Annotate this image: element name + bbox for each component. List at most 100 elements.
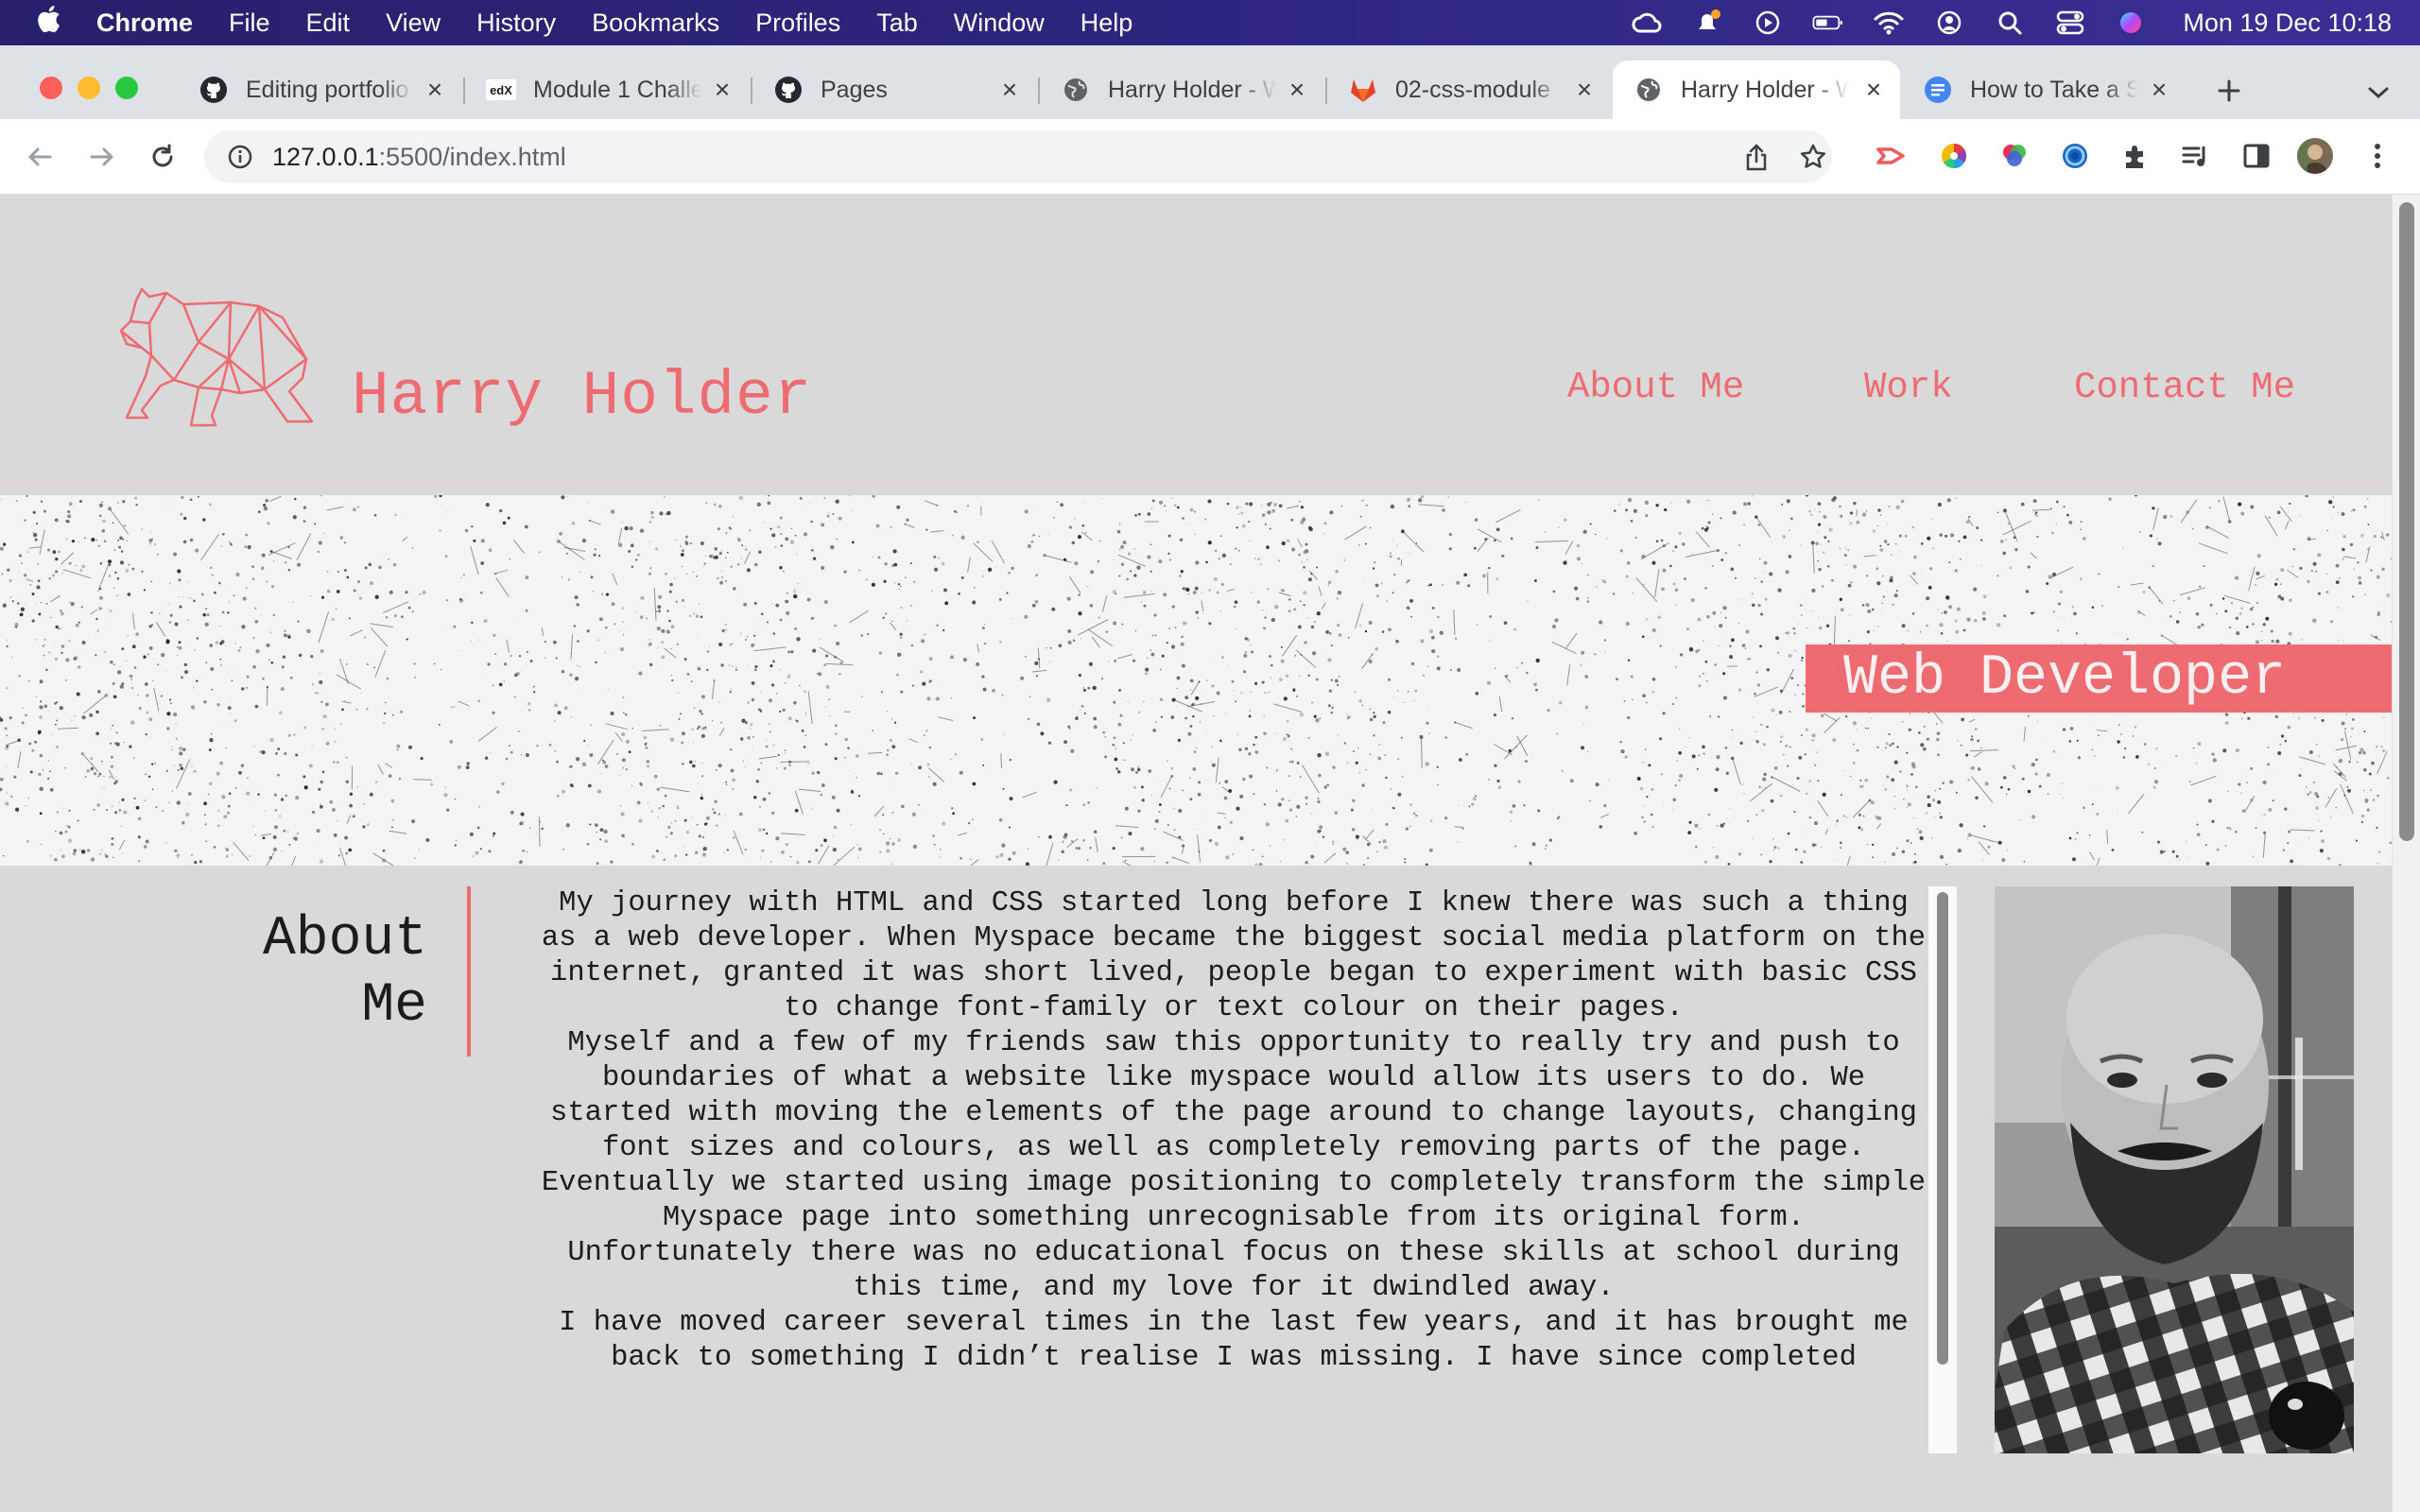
site-info-icon[interactable] (225, 142, 255, 172)
tab-close-icon[interactable]: × (2146, 77, 2172, 103)
menu-tab[interactable]: Tab (876, 9, 918, 38)
url-path: :5500/index.html (378, 142, 566, 171)
page-scrollbar[interactable] (2392, 195, 2420, 1512)
about-text: My journey with HTML and CSS started lon… (539, 886, 1928, 1376)
menu-bar-clock[interactable]: Mon 19 Dec 10:18 (2183, 9, 2392, 38)
about-paragraph: I have moved career several times in the… (559, 1307, 1909, 1374)
aperture-extension-icon[interactable] (2055, 136, 2095, 176)
browser-window: Editing portfolio × edX Module 1 Challen… (0, 45, 2420, 195)
rgb-extension-icon[interactable] (1995, 136, 2034, 176)
tab-label: 02-css-module (1395, 76, 1550, 103)
scrollbar-thumb[interactable] (1937, 892, 1948, 1365)
nav-contact-me[interactable]: Contact Me (2074, 367, 2295, 408)
tab-harry-holder-active[interactable]: Harry Holder - Web × (1613, 60, 1900, 119)
url-host: 127.0.0.1 (272, 142, 379, 171)
tab-pages[interactable]: Pages × (752, 60, 1036, 119)
window-minimize-button[interactable] (78, 77, 100, 99)
spotlight-search-icon[interactable] (1994, 9, 2026, 36)
user-account-icon[interactable] (1933, 9, 1965, 36)
hero-badge: Web Developer (1806, 644, 2392, 713)
window-close-button[interactable] (40, 77, 62, 99)
tab-close-icon[interactable]: × (709, 77, 735, 103)
tab-harry-holder-1[interactable]: Harry Holder - Web × (1040, 60, 1323, 119)
creative-cloud-icon[interactable] (1631, 9, 1663, 36)
tab-how-to-take-screenshot[interactable]: How to Take a Screenshot × (1902, 60, 2186, 119)
tab-module-1-challenge[interactable]: edX Module 1 Challenge × (465, 60, 749, 119)
tab-close-icon[interactable]: × (1284, 77, 1310, 103)
tab-close-icon[interactable]: × (422, 77, 448, 103)
menu-app-chrome[interactable]: Chrome (96, 9, 193, 38)
extension-arrow-icon[interactable] (1872, 136, 1911, 176)
github-icon (199, 75, 229, 105)
about-text-scrollbar[interactable] (1928, 886, 1957, 1453)
back-arrow-icon[interactable] (19, 136, 60, 178)
tab-label: Module 1 Challenge (533, 76, 701, 103)
about-paragraph: Unfortunately there was no educational f… (567, 1237, 1900, 1304)
address-url[interactable]: 127.0.0.1:5500/index.html (272, 143, 566, 172)
tab-editing-portfolio[interactable]: Editing portfolio × (178, 60, 461, 119)
github-icon (773, 75, 804, 105)
reading-list-icon[interactable] (2176, 136, 2216, 176)
tab-label: Editing portfolio (246, 76, 409, 103)
bear-logo-icon[interactable] (117, 285, 314, 427)
apple-menu-icon[interactable] (36, 5, 64, 41)
menu-edit[interactable]: Edit (306, 9, 351, 38)
portrait-photo (1995, 886, 2354, 1453)
address-bar[interactable]: 127.0.0.1:5500/index.html (204, 130, 1832, 183)
about-text-scrollbox[interactable]: My journey with HTML and CSS started lon… (539, 886, 1957, 1453)
menu-history[interactable]: History (476, 9, 556, 38)
menu-help[interactable]: Help (1080, 9, 1133, 38)
menu-profiles[interactable]: Profiles (755, 9, 840, 38)
about-paragraph: My journey with HTML and CSS started lon… (541, 887, 1927, 1024)
about-title: About Me (142, 907, 427, 1040)
extensions-puzzle-icon[interactable] (2116, 136, 2155, 176)
control-center-icon[interactable] (2054, 9, 2086, 36)
side-panel-icon[interactable] (2237, 136, 2276, 176)
tab-close-icon[interactable]: × (1571, 77, 1598, 103)
tab-02-css-module[interactable]: 02-css-module × (1327, 60, 1611, 119)
forward-arrow-icon[interactable] (81, 136, 123, 178)
doc-icon (1923, 75, 1953, 105)
bookmark-star-icon[interactable] (1794, 138, 1832, 176)
menu-window[interactable]: Window (954, 9, 1045, 38)
wifi-icon[interactable] (1873, 9, 1905, 36)
nav-work[interactable]: Work (1864, 367, 1953, 408)
svg-text:edX: edX (490, 83, 512, 97)
media-play-icon[interactable] (1752, 9, 1784, 36)
tab-strip: Editing portfolio × edX Module 1 Challen… (0, 45, 2420, 119)
site-name[interactable]: Harry Holder (352, 361, 812, 432)
globe-icon (1634, 75, 1664, 105)
scrollbar-thumb[interactable] (2399, 202, 2414, 841)
profile-avatar[interactable] (2295, 136, 2335, 176)
site-header: Harry Holder About Me Work Contact Me (0, 195, 2392, 486)
color-picker-extension-icon[interactable] (1934, 136, 1974, 176)
page-viewport: Harry Holder About Me Work Contact Me We… (0, 195, 2420, 1512)
edx-icon: edX (486, 75, 516, 105)
tab-label: Harry Holder - Web (1108, 76, 1276, 103)
about-section: About Me My journey with HTML and CSS st… (0, 866, 2392, 1512)
browser-toolbar: 127.0.0.1:5500/index.html (0, 119, 2420, 195)
tab-close-icon[interactable]: × (996, 77, 1023, 103)
tab-label: Harry Holder - Web (1681, 76, 1849, 103)
window-zoom-button[interactable] (115, 77, 138, 99)
menu-bookmarks[interactable]: Bookmarks (592, 9, 719, 38)
reload-icon[interactable] (142, 136, 183, 178)
notification-bell-icon[interactable] (1691, 9, 1723, 36)
about-divider (467, 886, 471, 1057)
menu-file[interactable]: File (229, 9, 270, 38)
battery-icon[interactable] (1812, 9, 1844, 36)
globe-icon (1061, 75, 1091, 105)
nav-about-me[interactable]: About Me (1567, 367, 1744, 408)
about-paragraph: Myself and a few of my friends saw this … (541, 1027, 1927, 1234)
macos-menu-bar: Chrome File Edit View History Bookmarks … (0, 0, 2420, 45)
tab-close-icon[interactable]: × (1860, 77, 1887, 103)
tab-search-chevron-down-icon[interactable] (2360, 74, 2397, 112)
tab-label: How to Take a Screenshot (1970, 76, 2138, 103)
share-icon[interactable] (1737, 138, 1775, 176)
new-tab-button[interactable] (2210, 72, 2248, 110)
about-title-line: About (262, 909, 427, 971)
menu-view[interactable]: View (386, 9, 441, 38)
gitlab-icon (1348, 75, 1378, 105)
siri-icon[interactable] (2115, 9, 2147, 36)
chrome-menu-icon[interactable] (2358, 136, 2397, 176)
